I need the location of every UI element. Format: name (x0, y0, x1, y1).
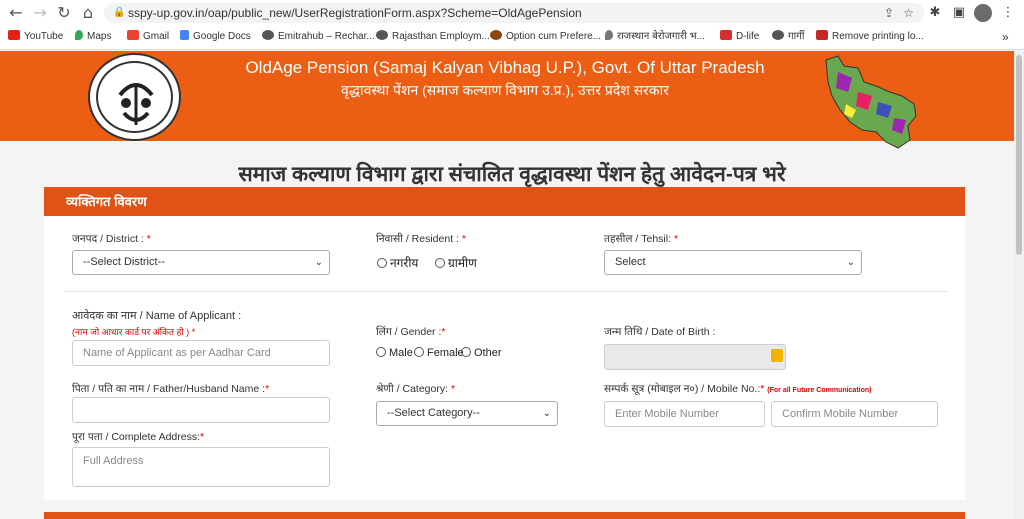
scrollbar[interactable] (1014, 51, 1024, 519)
globe-icon (376, 30, 388, 40)
bookmark-gargi[interactable]: गार्गी (772, 29, 804, 45)
globe-icon (772, 30, 784, 40)
address-textarea[interactable]: Full Address (72, 447, 330, 487)
dob-input[interactable] (604, 344, 786, 370)
url-text: sspy-up.gov.in/oap/public_new/UserRegist… (128, 6, 582, 20)
site-icon (490, 30, 502, 40)
bookmark-youtube[interactable]: YouTube (8, 29, 63, 45)
bookmark-rajasthan-employment[interactable]: Rajasthan Employm... (376, 29, 490, 45)
calendar-icon[interactable] (771, 349, 783, 362)
tehsil-select[interactable]: Select ⌄ (604, 250, 862, 275)
resident-rural-radio[interactable]: ग्रामीण (435, 254, 477, 271)
youtube-icon (8, 30, 20, 40)
chevron-down-icon: ⌄ (542, 408, 551, 419)
back-arrow-icon[interactable]: ← (6, 4, 26, 22)
side-panel-icon[interactable]: ▣ (950, 4, 968, 22)
dob-label: जन्म तिथि / Date of Birth : (604, 326, 716, 338)
d-life-icon (720, 30, 732, 40)
bookmark-rajasthan-berojgari[interactable]: राजस्थान बेरोजगारी भ... (605, 29, 705, 45)
next-section-header (44, 512, 965, 519)
tehsil-label: तहसील / Tehsil: * (604, 233, 679, 245)
gmail-icon (127, 30, 139, 40)
header-title: OldAge Pension (Samaj Kalyan Vibhag U.P.… (245, 58, 765, 77)
bookmark-option-cum-preference[interactable]: Option cum Prefere... (490, 29, 601, 45)
section-header: व्यक्तिगत विवरण (44, 187, 965, 216)
maps-icon (75, 30, 83, 40)
father-name-input[interactable] (72, 397, 330, 423)
bookmarks-overflow-icon[interactable]: » (1002, 29, 1009, 45)
bookmark-google-docs[interactable]: Google Docs (180, 29, 251, 45)
chevron-down-icon: ⌄ (846, 257, 855, 268)
pdf-icon (816, 30, 828, 40)
up-map-icon (825, 55, 917, 149)
header-subtitle: वृद्धावस्था पेंशन (समाज कल्याण विभाग उ.प… (340, 82, 670, 98)
profile-avatar[interactable] (974, 4, 992, 22)
bookmark-emitrahub[interactable]: Emitrahub – Rechar... (262, 29, 375, 45)
gender-male-radio[interactable]: Male (376, 347, 413, 359)
radio-icon (376, 347, 386, 357)
applicant-name-input[interactable]: Name of Applicant as per Aadhar Card (72, 340, 330, 366)
confirm-mobile-input[interactable]: Confirm Mobile Number (771, 401, 938, 427)
resident-label: निवासी / Resident : * (376, 233, 466, 245)
emblem-icon (118, 83, 154, 125)
divider (64, 291, 948, 292)
applicant-label: आवेदक का नाम / Name of Applicant : (72, 310, 242, 322)
up-govt-logo (88, 53, 181, 141)
location-icon (605, 30, 613, 40)
father-name-label: पिता / पति का नाम / Father/Husband Name … (72, 383, 270, 395)
share-icon[interactable]: ⇪ (884, 3, 894, 23)
lock-icon: 🔒 (113, 7, 126, 18)
resident-urban-radio[interactable]: नगरीय (377, 254, 418, 271)
radio-icon (435, 258, 445, 268)
menu-icon[interactable]: ⋮ (999, 4, 1017, 22)
gender-female-radio[interactable]: Female (414, 347, 464, 359)
district-select[interactable]: --Select District-- ⌄ (72, 250, 330, 275)
reload-icon[interactable]: ↻ (54, 4, 74, 22)
bookmarks-bar: YouTube Maps Gmail Google Docs Emitrahub… (0, 27, 1024, 47)
page-title: समाज कल्याण विभाग द्वारा संचालित वृद्धाव… (238, 163, 786, 186)
scrollbar-thumb[interactable] (1016, 55, 1022, 255)
mobile-input[interactable]: Enter Mobile Number (604, 401, 765, 427)
bookmark-d-life[interactable]: D-life (720, 29, 759, 45)
gender-label: लिंग / Gender :* (376, 326, 446, 338)
forward-arrow-icon[interactable]: → (30, 4, 50, 22)
bookmark-maps[interactable]: Maps (75, 29, 111, 45)
radio-icon (414, 347, 424, 357)
category-select[interactable]: --Select Category-- ⌄ (376, 401, 558, 426)
mobile-label: सम्पर्क सूत्र (मोबाइल न०) / Mobile No.:*… (604, 383, 872, 395)
star-icon[interactable]: ☆ (903, 3, 914, 23)
address-bar[interactable]: 🔒 sspy-up.gov.in/oap/public_new/UserRegi… (104, 3, 924, 23)
applicant-note: (नाम जो आधार कार्ड पर अंकित हो ) * (72, 327, 196, 337)
address-label: पूरा पता / Complete Address:* (72, 431, 205, 443)
category-label: श्रेणी / Category: * (376, 383, 456, 395)
chevron-down-icon: ⌄ (314, 257, 323, 268)
extensions-icon[interactable]: ✱ (926, 4, 944, 22)
bookmark-gmail[interactable]: Gmail (127, 29, 169, 45)
browser-chrome: ← → ↻ ⌂ 🔒 sspy-up.gov.in/oap/public_new/… (0, 0, 1024, 50)
district-label: जनपद / District : * (72, 233, 151, 245)
radio-icon (377, 258, 387, 268)
home-icon[interactable]: ⌂ (78, 4, 98, 22)
gender-other-radio[interactable]: Other (461, 347, 502, 359)
radio-icon (461, 347, 471, 357)
docs-icon (180, 30, 189, 40)
globe-icon (262, 30, 274, 40)
bookmark-remove-printing[interactable]: Remove printing lo... (816, 29, 924, 45)
